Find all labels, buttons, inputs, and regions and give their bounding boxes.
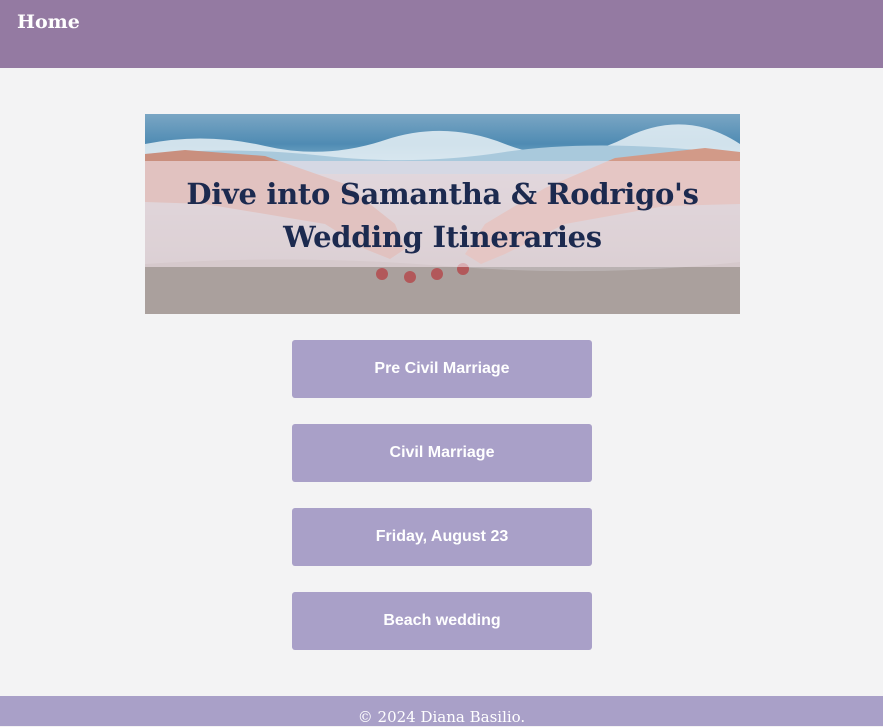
page-title: Dive into Samantha & Rodrigo's Wedding I… <box>145 173 740 259</box>
footer-copyright: © 2024 Diana Basilio. <box>357 708 526 726</box>
friday-august-23-button[interactable]: Friday, August 23 <box>292 508 592 566</box>
hero-banner: Dive into Samantha & Rodrigo's Wedding I… <box>145 114 740 314</box>
top-nav-bar: Home <box>0 0 883 68</box>
page-title-line-2: Wedding Itineraries <box>283 220 602 254</box>
civil-marriage-button[interactable]: Civil Marriage <box>292 424 592 482</box>
page-title-line-1: Dive into Samantha & Rodrigo's <box>186 177 699 211</box>
beach-wedding-button[interactable]: Beach wedding <box>292 592 592 650</box>
pre-civil-marriage-button[interactable]: Pre Civil Marriage <box>292 340 592 398</box>
home-link[interactable]: Home <box>17 11 80 33</box>
footer: © 2024 Diana Basilio. <box>0 696 883 726</box>
